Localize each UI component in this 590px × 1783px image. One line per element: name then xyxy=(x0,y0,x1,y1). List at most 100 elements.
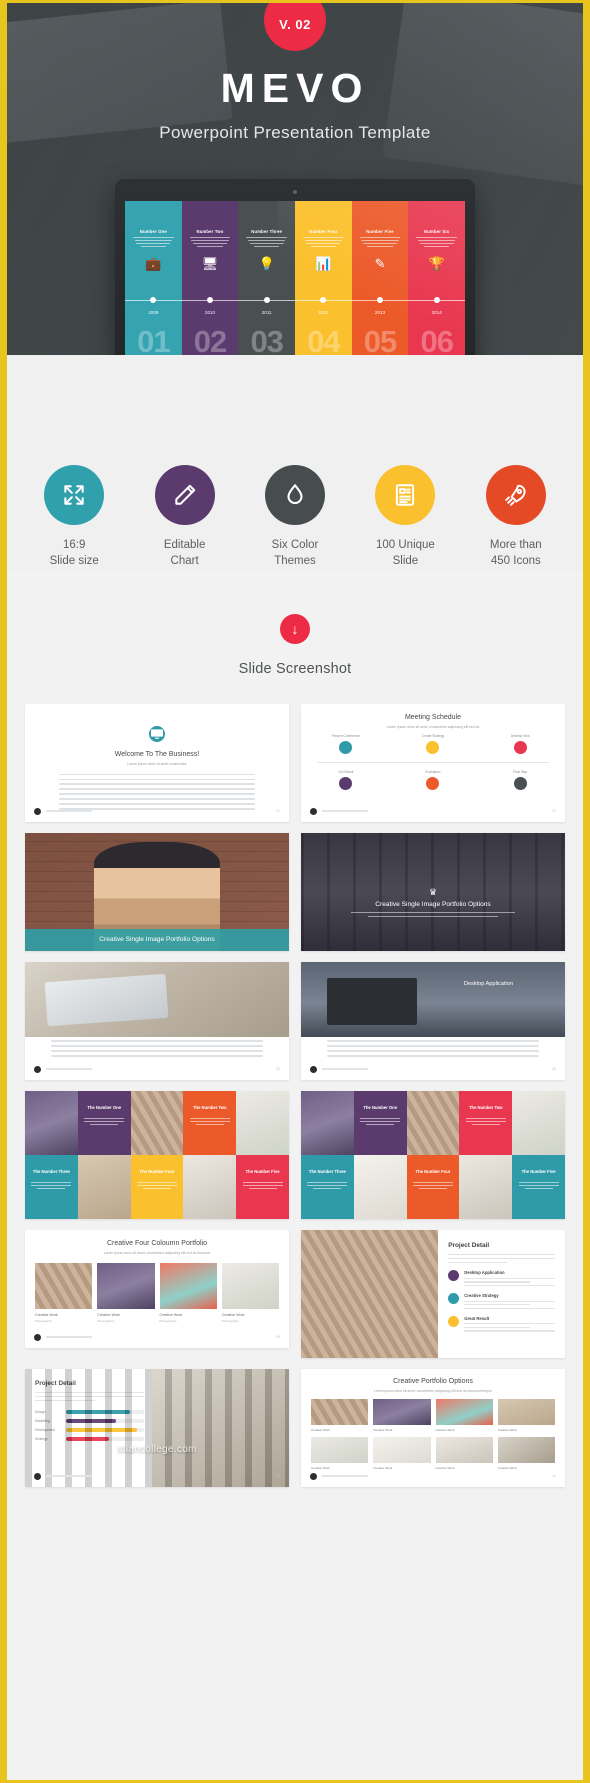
timeline-node-dot xyxy=(339,776,353,790)
portfolio-item-photo xyxy=(97,1262,155,1309)
mosaic-text-tile: The Number Five xyxy=(236,1154,289,1219)
timeline-node: Present Conference xyxy=(322,734,370,754)
feature-label: Six Color Themes xyxy=(271,539,319,567)
portfolio-cell-caption: Creative Work xyxy=(373,1427,393,1432)
slide-footer: 05 xyxy=(34,1065,280,1073)
bulb-icon: 💡 xyxy=(258,256,275,272)
portfolio-item-caption: Creative Work xyxy=(159,1312,183,1317)
slide-body-text xyxy=(51,1040,263,1060)
slide-title: Welcome To The Business! xyxy=(114,750,200,758)
mosaic-photo-tile xyxy=(130,1090,184,1155)
slide-thumbnail-portfolio-brick[interactable]: Creative Single Image Portfolio Options xyxy=(25,832,289,951)
column-number: 01 xyxy=(137,324,170,355)
slide-footer: 01 xyxy=(34,807,280,815)
detail-panel: Project Detail Desktop Application Creativ… xyxy=(438,1230,565,1358)
feature-label: 16:9 Slide size xyxy=(49,539,99,567)
logo-mark xyxy=(34,1065,41,1073)
slide-photo xyxy=(25,961,289,1038)
slide-thumbnail-meeting-schedule[interactable]: Meeting Schedule Lorem ipsum dolor sit am… xyxy=(301,703,565,822)
timeline-node: Create Strategy xyxy=(409,734,457,754)
slide-footer: 12 xyxy=(310,1472,556,1480)
feature-label: Editable Chart xyxy=(163,539,206,567)
portfolio-item-caption: Creative Work xyxy=(35,1312,58,1317)
tile-text-lines xyxy=(31,1181,72,1191)
hero-screen-column-1: Number One 💼 2009 01 xyxy=(125,201,182,355)
portfolio-cell[interactable]: Creative Work xyxy=(497,1436,555,1470)
slide-thumbnail-project-detail-left[interactable]: Project DetailDesignMarketingDevelopment… xyxy=(25,1368,289,1487)
portfolio-item[interactable]: Creative Work Photography xyxy=(35,1262,93,1323)
portfolio-cell-caption: Creative Work xyxy=(497,1465,517,1470)
trophy-icon: 🏆 xyxy=(428,256,445,272)
portfolio-cell-photo xyxy=(373,1398,431,1425)
feature-item-4[interactable]: 100 Unique Slide xyxy=(364,465,446,570)
slide-page-number: 09 xyxy=(276,1335,280,1340)
portfolio-cell[interactable]: Creative Work xyxy=(497,1398,555,1432)
portfolio-item-photo xyxy=(159,1262,217,1309)
portfolio-cell[interactable]: Creative Work xyxy=(373,1398,431,1432)
mosaic-photo-tile xyxy=(25,1090,78,1155)
detail-item-icon xyxy=(448,1270,460,1282)
slide-thumbnail-desk-photo[interactable]: 05 xyxy=(25,961,289,1080)
tile-title: The Number Four xyxy=(139,1168,175,1174)
tile-text-lines xyxy=(518,1181,559,1191)
feature-item-2[interactable]: Editable Chart xyxy=(143,465,225,570)
tile-title: The Number One xyxy=(87,1104,122,1110)
trophy-icon: ♛ xyxy=(428,886,438,897)
column-year: 2012 xyxy=(318,310,329,315)
column-year: 2009 xyxy=(148,310,159,315)
column-text-lines xyxy=(302,237,344,248)
slide-footer: 02 xyxy=(310,807,556,815)
feature-item-1[interactable]: 16:9 Slide size xyxy=(33,465,115,570)
feature-item-5[interactable]: More than 450 Icons xyxy=(475,465,557,570)
slide-thumbnail-creative-portfolio-options[interactable]: Creative Portfolio Options Lorem ipsum do… xyxy=(301,1368,565,1487)
portfolio-item[interactable]: Creative Work Photography xyxy=(221,1262,279,1323)
portfolio-cell[interactable]: Creative Work xyxy=(373,1436,431,1470)
portfolio-item[interactable]: Creative Work Photography xyxy=(97,1262,155,1323)
column-title: Number Two xyxy=(196,229,224,234)
slide-thumbnail-project-detail-right[interactable]: Project Detail Desktop Application Creativ… xyxy=(301,1229,565,1358)
features-row: 16:9 Slide size Editable Chart Six Color T… xyxy=(7,465,583,570)
slide-body-text xyxy=(327,1040,539,1060)
timeline-dot xyxy=(433,297,440,303)
detail-item: Great Result xyxy=(448,1315,555,1332)
footer-rule xyxy=(322,1068,368,1071)
footer-rule xyxy=(46,1336,92,1339)
slide-caption: Creative Single Image Portfolio Options xyxy=(25,928,289,951)
portfolio-cell-photo xyxy=(311,1398,369,1425)
column-title: Number Five xyxy=(366,229,394,234)
logo-mark xyxy=(310,1472,317,1480)
portfolio-grid: Creative Work Creative Work Creative Work C… xyxy=(301,1398,565,1470)
slide-thumbnail-mosaic-portfolio-a[interactable]: The Number One The Number Two The Number T… xyxy=(25,1090,289,1219)
portfolio-cell[interactable]: Creative Work xyxy=(435,1398,493,1432)
tile-text-lines xyxy=(465,1117,506,1127)
portfolio-item[interactable]: Creative Work Photography xyxy=(159,1262,217,1323)
slide-title: Creative Four Coloumn Portfolio xyxy=(107,1239,207,1247)
slide-thumbnail-desktop-application[interactable]: Desktop Application 06 xyxy=(301,961,565,1080)
mosaic-photo-tile xyxy=(406,1090,460,1155)
page-title: MEVO xyxy=(220,65,370,111)
bar-chart-icon: 📊 xyxy=(315,256,332,272)
detail-item-body: Creative Strategy xyxy=(464,1293,555,1309)
portfolio-cell-photo xyxy=(435,1436,493,1463)
feature-item-3[interactable]: Six Color Themes xyxy=(254,465,336,570)
slide-thumbnail-four-column-portfolio[interactable]: Creative Four Coloumn Portfolio Lorem ips… xyxy=(25,1229,289,1348)
portfolio-cell[interactable]: Creative Work xyxy=(311,1436,369,1470)
mosaic-text-tile: The Number One xyxy=(77,1090,131,1155)
version-badge: V. 02 xyxy=(264,3,326,51)
column-number: 02 xyxy=(193,324,227,355)
timeline-node-label: Final Step xyxy=(512,769,528,774)
rocket-icon xyxy=(485,465,546,525)
tile-text-lines xyxy=(242,1181,283,1191)
slide-thumbnail-welcome-business[interactable]: Welcome To The Business! Lorem ipsum dolo… xyxy=(25,703,289,822)
screenshots-heading-section: ↓ Slide Screenshot xyxy=(7,570,583,677)
hero-section: V. 02 MEVO Powerpoint Presentation Templ… xyxy=(7,3,583,355)
logo-mark xyxy=(310,1065,317,1073)
slide-page-number: 11 xyxy=(276,1474,280,1479)
portfolio-cell-photo xyxy=(373,1436,431,1463)
detail-item-body: Great Result xyxy=(464,1316,555,1332)
feature-label: More than 450 Icons xyxy=(489,539,542,567)
portfolio-cell[interactable]: Creative Work xyxy=(311,1398,369,1432)
portfolio-cell[interactable]: Creative Work xyxy=(435,1436,493,1470)
slide-thumbnail-mosaic-portfolio-b[interactable]: The Number One The Number Two The Number T… xyxy=(301,1090,565,1219)
slide-thumbnail-portfolio-forest[interactable]: ♛ Creative Single Image Portfolio Options xyxy=(301,832,565,951)
